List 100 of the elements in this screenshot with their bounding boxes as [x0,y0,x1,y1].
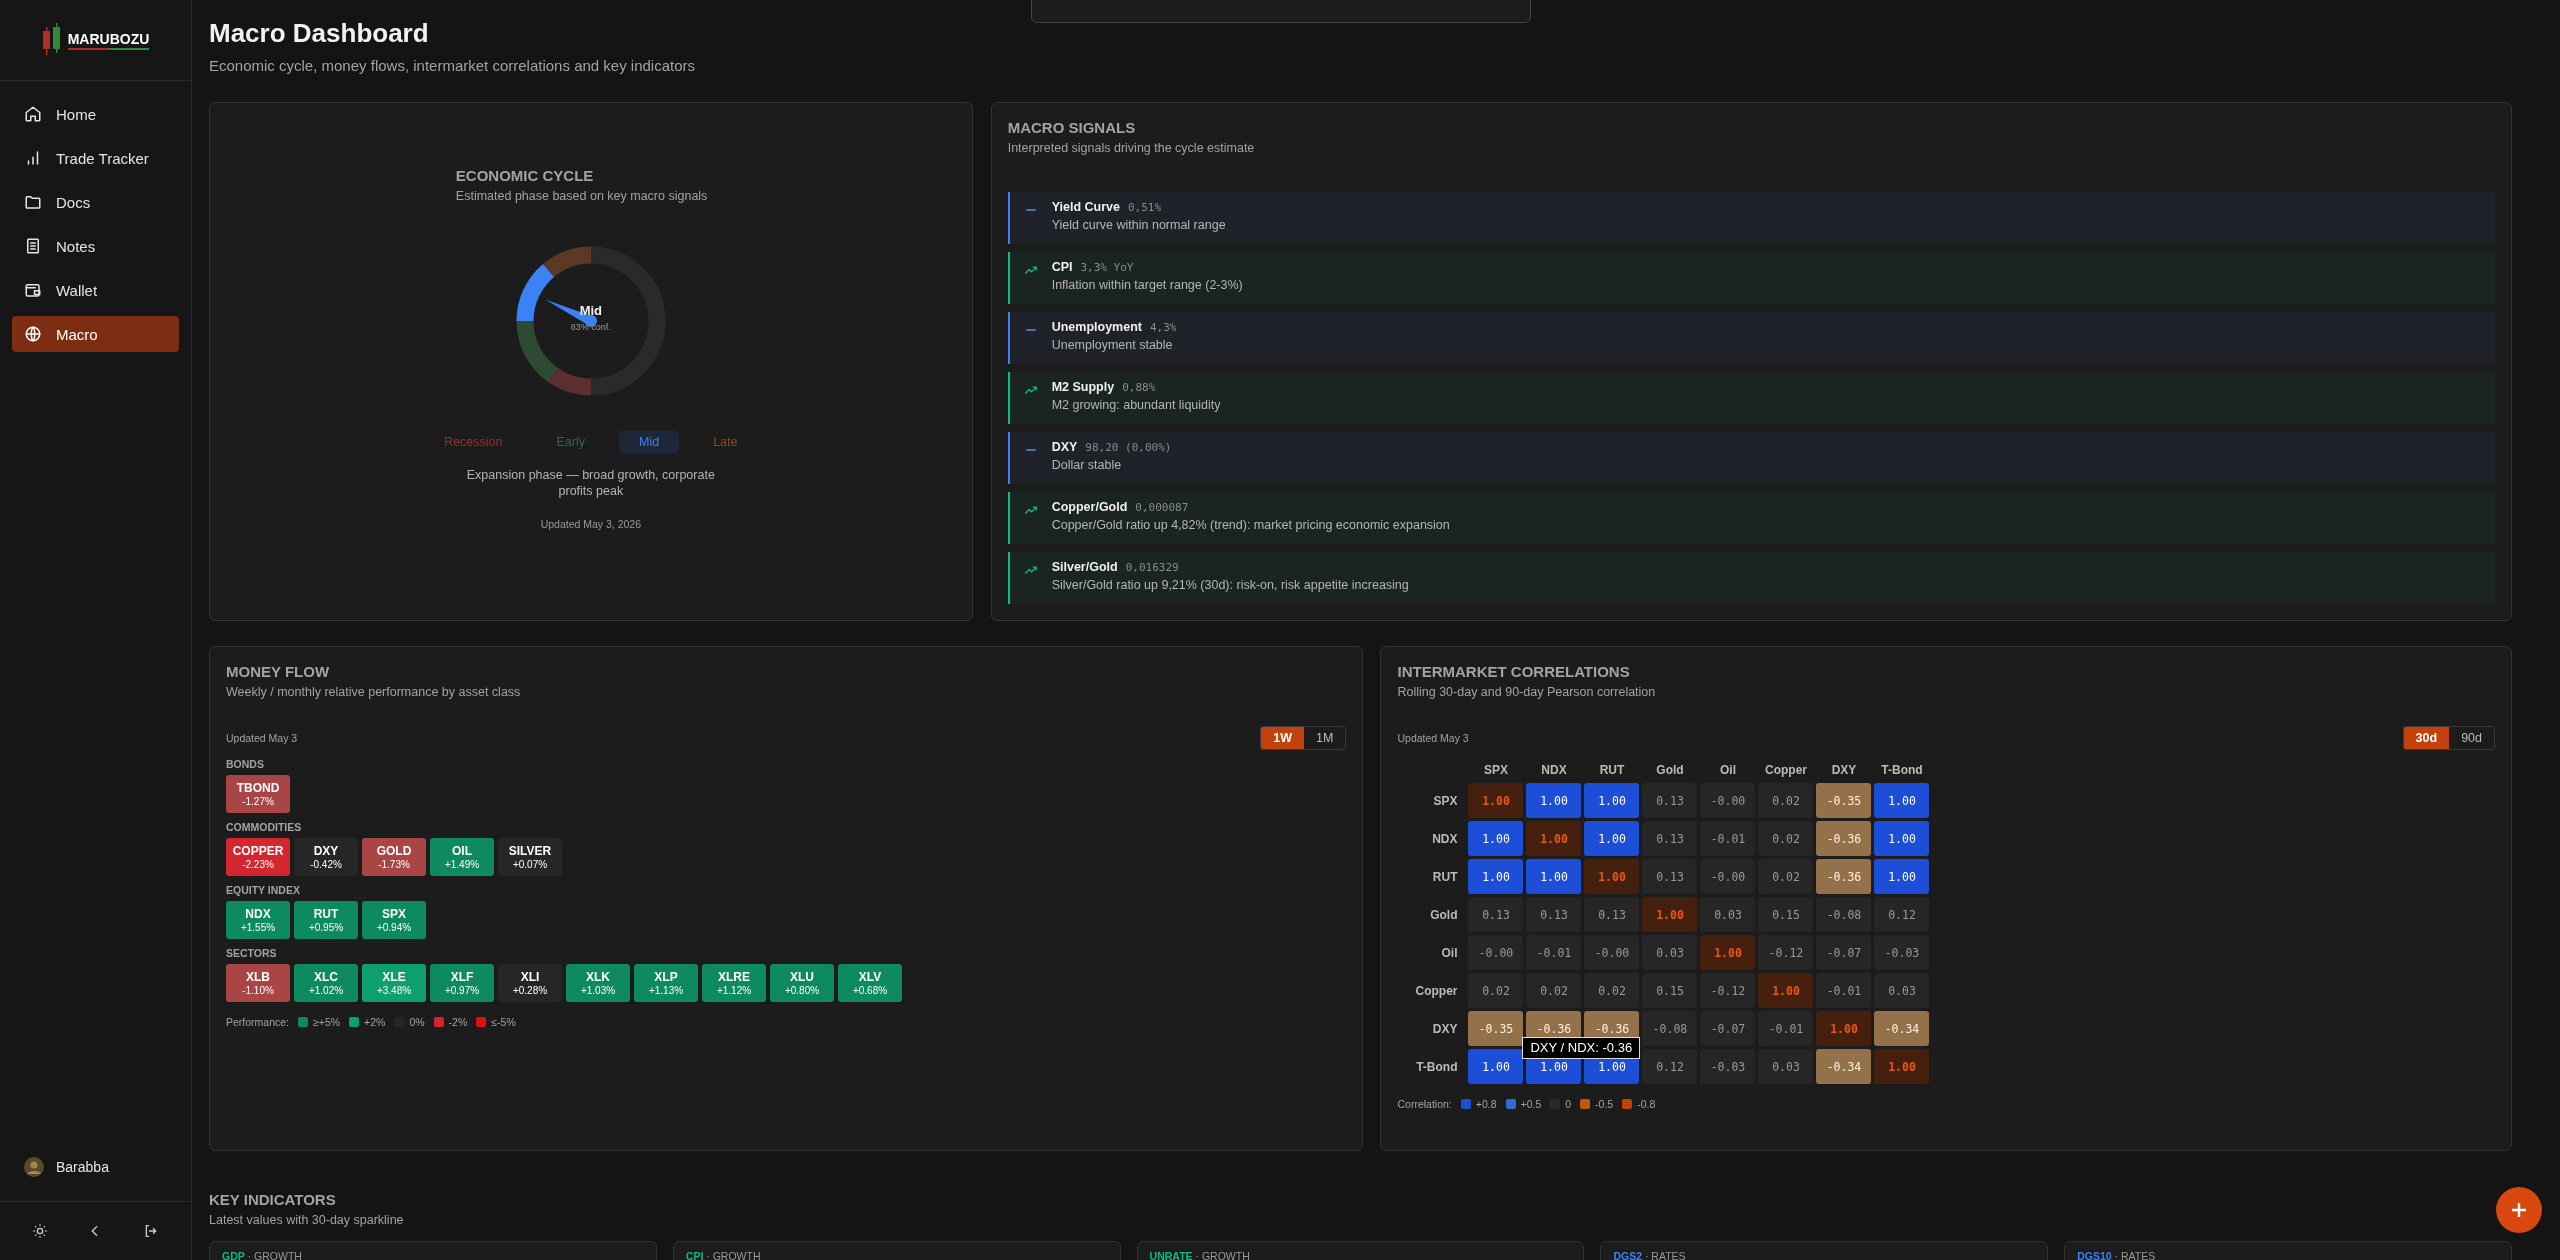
correlation-cell[interactable]: 1.00 [1700,935,1756,970]
page-title: Macro Dashboard [209,18,430,49]
correlation-cell[interactable]: -0.07 [1700,1011,1756,1046]
correlation-cell[interactable]: -0.08 [1642,1011,1698,1046]
globe-icon [24,325,42,343]
correlation-cell[interactable]: 0.02 [1758,783,1814,818]
correlation-cell[interactable]: 1.00 [1642,897,1698,932]
correlation-cell[interactable]: 0.13 [1584,897,1640,932]
phase-label: Mid [619,431,680,453]
add-button[interactable] [2496,1187,2542,1233]
legend-text: 0 [1565,1098,1572,1110]
sun-icon[interactable] [31,1223,48,1239]
correlation-cell[interactable]: -0.01 [1526,935,1582,970]
trending-up-icon [1023,563,1038,577]
nav-item[interactable]: Docs [12,184,179,220]
correlation-cell[interactable]: -0.36 [1816,821,1872,856]
correlation-cell[interactable]: -0.00 [1700,783,1756,818]
group-label: SECTORS [226,947,278,959]
correlation-cell[interactable]: -0.00 [1584,935,1640,970]
performance-tile: XLI +0.28% [498,964,562,1002]
correlation-cell[interactable]: 0.02 [1584,973,1640,1008]
correlation-cell[interactable]: 0.02 [1526,973,1582,1008]
trending-up-icon [1023,383,1038,397]
correlation-cell[interactable]: 0.15 [1642,973,1698,1008]
period-tab[interactable]: 30d [2403,727,2450,749]
correlation-cell[interactable]: 0.12 [1642,1049,1698,1084]
column-header: SPX [1482,762,1509,779]
signal-name: CPI [1051,260,1073,274]
correlation-cell[interactable]: 1.00 [1758,973,1814,1008]
correlation-cell[interactable]: 0.03 [1642,935,1698,970]
nav-item[interactable]: Trade Tracker [12,140,179,176]
correlation-cell[interactable]: 0.03 [1874,973,1930,1008]
correlation-cell[interactable]: 1.00 [1816,1011,1872,1046]
correlation-cell[interactable]: -0.00 [1468,935,1524,970]
correlation-cell[interactable]: -0.07 [1816,935,1872,970]
correlation-cell[interactable]: 0.13 [1642,821,1698,856]
correlation-cell[interactable]: 0.13 [1526,897,1582,932]
correlation-cell[interactable]: -0.01 [1816,973,1872,1008]
updated-date: Updated May 3, 2026 [540,517,642,530]
phase-label: Late [712,434,739,451]
correlation-cell[interactable]: 0.02 [1468,973,1524,1008]
legend-text: 0% [409,1016,425,1028]
correlation-cell[interactable]: -0.01 [1700,821,1756,856]
correlation-cell[interactable]: -0.00 [1700,859,1756,894]
signal-description: Yield curve within normal range [1051,218,1226,232]
performance-tile: SPX +0.94% [362,901,426,939]
correlation-cell[interactable]: 0.12 [1874,897,1930,932]
correlation-cell[interactable]: 0.13 [1642,783,1698,818]
correlation-cell[interactable]: 1.00 [1874,821,1930,856]
correlation-cell[interactable]: 1.00 [1874,859,1930,894]
signal-description: Unemployment stable [1051,338,1174,352]
correlation-cell[interactable]: -0.36 [1816,859,1872,894]
correlation-cell[interactable]: 1.00 [1468,1049,1524,1084]
nav-item[interactable]: Home [12,96,179,132]
performance-tile: NDX +1.55% [226,901,290,939]
user-name: Barabba [56,1159,109,1175]
series-name: DGS10 [2077,1250,2112,1260]
correlation-cell[interactable]: 1.00 [1874,783,1930,818]
correlation-cell[interactable]: 0.15 [1758,897,1814,932]
signal-value: 0,51% [1127,201,1162,214]
correlation-cell[interactable]: 0.13 [1642,859,1698,894]
correlation-cell[interactable]: 1.00 [1584,783,1640,818]
correlation-cell[interactable]: 1.00 [1468,859,1524,894]
correlation-cell[interactable]: 1.00 [1584,859,1640,894]
series-name: DGS2 [1613,1250,1642,1260]
signal-value: 0,000087 [1135,501,1189,514]
correlation-cell[interactable]: -0.34 [1874,1011,1930,1046]
correlation-cell[interactable]: 1.00 [1874,1049,1930,1084]
correlation-cell[interactable]: -0.34 [1816,1049,1872,1084]
correlation-cell[interactable]: -0.12 [1758,935,1814,970]
correlation-cell[interactable]: 1.00 [1468,783,1524,818]
correlation-cell[interactable]: 0.02 [1758,859,1814,894]
legend-label: Correlation: [1397,1098,1452,1110]
nav-item[interactable]: Macro [12,316,179,352]
brand-name: MARUBOZU [67,30,150,50]
updated-date: Updated May 3 [226,732,298,744]
correlation-cell[interactable]: -0.35 [1468,1011,1524,1046]
correlation-cell[interactable]: -0.01 [1758,1011,1814,1046]
correlation-cell[interactable]: 1.00 [1526,859,1582,894]
nav-item[interactable]: Notes [12,228,179,264]
legend-text: -0.8 [1637,1098,1656,1110]
nav-item[interactable]: Wallet [12,272,179,308]
correlation-cell[interactable]: 1.00 [1526,783,1582,818]
performance-tile: OIL +1.49% [430,838,494,876]
correlation-cell[interactable]: 1.00 [1468,821,1524,856]
correlation-cell[interactable]: 0.03 [1700,897,1756,932]
correlation-cell[interactable]: -0.08 [1816,897,1872,932]
correlation-cell[interactable]: 1.00 [1526,821,1582,856]
correlation-cell[interactable]: -0.35 [1816,783,1872,818]
correlation-cell[interactable]: -0.03 [1874,935,1930,970]
column-header: NDX [1540,762,1568,779]
column-header: Copper [1764,762,1808,779]
period-tab[interactable]: 1W [1261,727,1305,749]
correlation-cell[interactable]: 0.03 [1758,1049,1814,1084]
correlation-cell[interactable]: 1.00 [1584,821,1640,856]
correlation-cell[interactable]: -0.12 [1700,973,1756,1008]
series-name: CPI [685,1250,704,1260]
correlation-cell[interactable]: -0.03 [1700,1049,1756,1084]
correlation-cell[interactable]: 0.13 [1468,897,1524,932]
correlation-cell[interactable]: 0.02 [1758,821,1814,856]
